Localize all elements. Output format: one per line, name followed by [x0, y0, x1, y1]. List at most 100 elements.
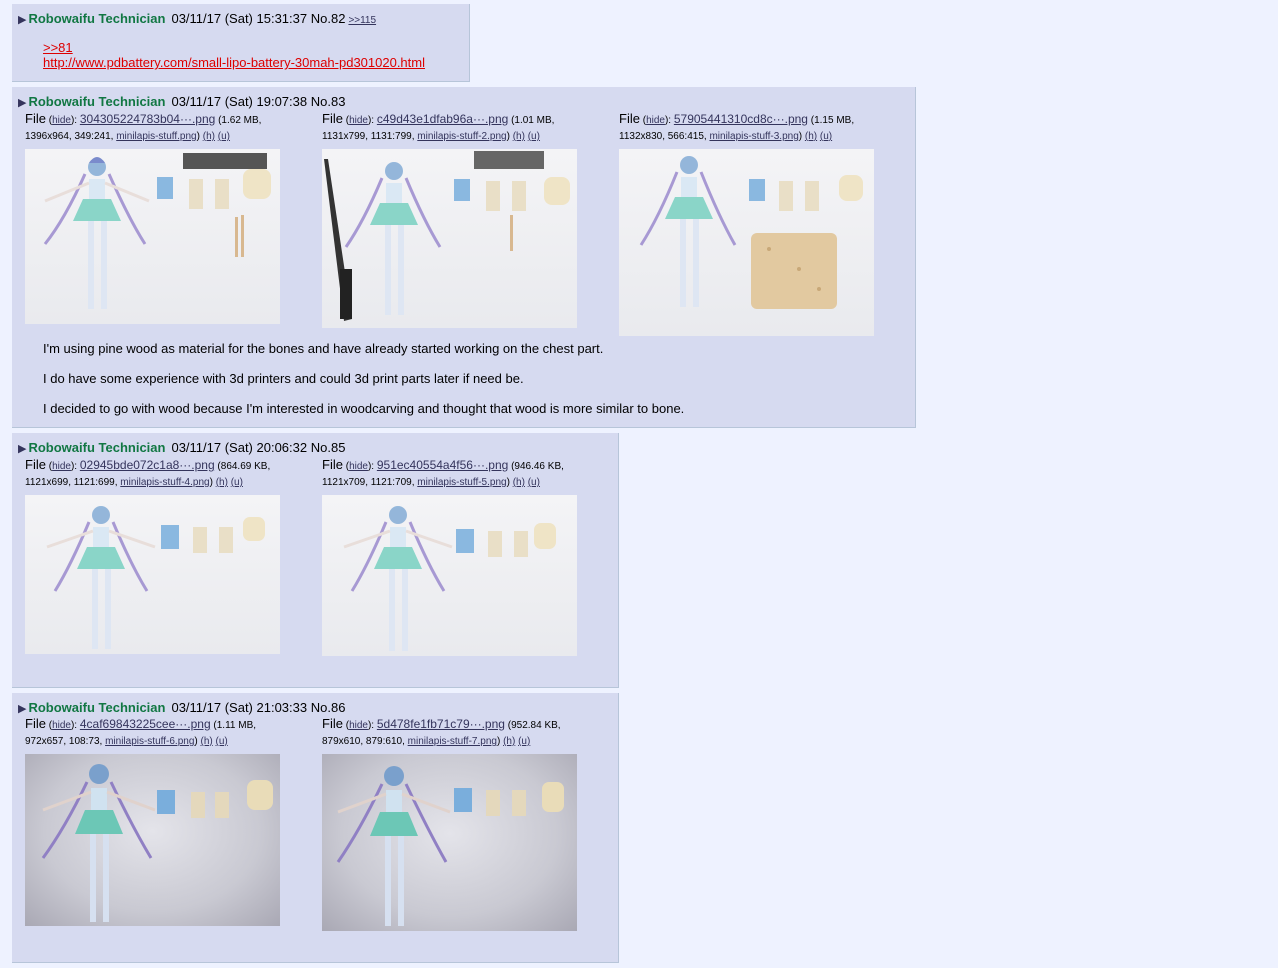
post-header: ▶ Robowaifu Technician 03/11/17 (Sat) 15:3… — [18, 11, 376, 26]
quote-link[interactable]: >>81 — [43, 40, 425, 55]
post-body: >>81 http://www.pdbattery.com/small-lipo… — [43, 40, 425, 70]
hide-link[interactable]: hide — [52, 461, 71, 472]
triangle-right-icon[interactable]: ▶ — [18, 14, 26, 26]
file-link[interactable]: 5d478fe1fb71c79···.png — [377, 717, 505, 731]
file-link[interactable]: 02945bde072c1a8···.png — [80, 458, 215, 472]
post-datetime: 03/11/17 (Sat) 20:06:32 — [171, 440, 308, 455]
h-link[interactable]: (h) — [503, 736, 515, 747]
u-link[interactable]: (u) — [820, 131, 832, 142]
file-label: File — [25, 716, 46, 731]
post-header: ▶ Robowaifu Technician 03/11/17 (Sat) 21:0… — [18, 700, 345, 715]
post-header: ▶ Robowaifu Technician 03/11/17 (Sat) 20:0… — [18, 440, 345, 455]
file-label: File — [322, 457, 343, 472]
u-link[interactable]: (u) — [231, 477, 243, 488]
figure-scene — [336, 766, 564, 926]
hide-link[interactable]: hide — [646, 115, 665, 126]
url-link[interactable]: http://www.pdbattery.com/small-lipo-batt… — [43, 55, 425, 70]
file-info: File (hide): 02945bde072c1a8···.png (864… — [25, 457, 271, 488]
backlink[interactable]: >>115 — [348, 15, 376, 26]
post-number[interactable]: No.86 — [311, 700, 346, 715]
thumbnail-image[interactable] — [322, 754, 577, 931]
thumbnail-image[interactable] — [25, 754, 280, 926]
hide-link[interactable]: hide — [52, 720, 71, 731]
figure-scene — [324, 151, 570, 321]
thumbnail-image[interactable] — [322, 149, 577, 328]
u-link[interactable]: (u) — [216, 736, 228, 747]
hide-link[interactable]: hide — [349, 720, 368, 731]
post-datetime: 03/11/17 (Sat) 21:03:33 — [171, 700, 308, 715]
original-filename[interactable]: minilapis-stuff-5.png — [417, 477, 506, 488]
h-link[interactable]: (h) — [805, 131, 817, 142]
figure-scene — [41, 764, 273, 922]
post-datetime: 03/11/17 (Sat) 19:07:38 — [171, 94, 308, 109]
triangle-right-icon[interactable]: ▶ — [18, 443, 26, 455]
h-link[interactable]: (h) — [201, 736, 213, 747]
h-link[interactable]: (h) — [216, 477, 228, 488]
file-dimensions: 1121x709, 1121:709, — [322, 477, 415, 488]
file-link[interactable]: c49d43e1dfab96a···.png — [377, 112, 508, 126]
file-link[interactable]: 951ec40554a4f56···.png — [377, 458, 508, 472]
original-filename[interactable]: minilapis-stuff-3.png — [709, 131, 798, 142]
file-label: File — [25, 457, 46, 472]
file-size: (946.46 KB, — [511, 461, 564, 472]
post-86: ▶ Robowaifu Technician 03/11/17 (Sat) 21:0… — [12, 693, 619, 963]
file-dimensions: 1121x699, 1121:699, — [25, 477, 118, 488]
thumbnail-image[interactable] — [25, 495, 280, 654]
file-link[interactable]: 304305224783b04···.png — [80, 112, 215, 126]
triangle-right-icon[interactable]: ▶ — [18, 97, 26, 109]
original-filename[interactable]: minilapis-stuff-2.png — [417, 131, 506, 142]
file-dimensions: 1396x964, 349:241, — [25, 131, 114, 142]
u-link[interactable]: (u) — [218, 131, 230, 142]
post-83: ▶ Robowaifu Technician 03/11/17 (Sat) 19:0… — [12, 87, 916, 428]
post-number[interactable]: No.82 — [311, 11, 346, 26]
file-info: File (hide): c49d43e1dfab96a···.png (1.0… — [322, 111, 555, 142]
file-dimensions: 972x657, 108:73, — [25, 736, 103, 747]
poster-name: Robowaifu Technician — [28, 440, 166, 455]
file-dimensions: 879x610, 879:610, — [322, 736, 405, 747]
file-size: (864.69 KB, — [217, 461, 271, 472]
file-label: File — [322, 111, 343, 126]
post-number[interactable]: No.85 — [311, 440, 346, 455]
original-filename[interactable]: minilapis-stuff-4.png — [120, 477, 209, 488]
poster-name: Robowaifu Technician — [28, 94, 166, 109]
file-info: File (hide): 4caf69843225cee···.png (1.1… — [25, 716, 257, 747]
u-link[interactable]: (u) — [528, 131, 540, 142]
figure-scene — [46, 506, 265, 649]
h-link[interactable]: (h) — [513, 131, 525, 142]
hide-link[interactable]: hide — [52, 115, 71, 126]
file-info: File (hide): 57905441310cd8c···.png (1.1… — [619, 111, 855, 142]
poster-name: Robowaifu Technician — [28, 700, 166, 715]
thumbnail-image[interactable] — [619, 149, 874, 336]
u-link[interactable]: (u) — [528, 477, 540, 488]
file-dimensions: 1131x799, 1131:799, — [322, 131, 415, 142]
original-filename[interactable]: minilapis-stuff-7.png — [408, 736, 497, 747]
file-size: (952.84 KB, — [507, 720, 561, 731]
h-link[interactable]: (h) — [513, 477, 525, 488]
post-paragraph: I do have some experience with 3d printe… — [43, 371, 524, 386]
original-filename[interactable]: minilapis-stuff-6.png — [105, 736, 194, 747]
post-number[interactable]: No.83 — [311, 94, 346, 109]
file-link[interactable]: 4caf69843225cee···.png — [80, 717, 211, 731]
file-size: (1.11 MB, — [213, 720, 257, 731]
figure-scene — [43, 153, 271, 309]
post-82: ▶ Robowaifu Technician 03/11/17 (Sat) 15:3… — [12, 4, 470, 82]
post-datetime: 03/11/17 (Sat) 15:31:37 — [171, 11, 308, 26]
file-label: File — [25, 111, 46, 126]
post-paragraph: I'm using pine wood as material for the … — [43, 341, 604, 356]
post-paragraph: I decided to go with wood because I'm in… — [43, 401, 685, 416]
original-filename[interactable]: minilapis-stuff.png — [116, 131, 196, 142]
file-dimensions: 1132x830, 566:415, — [619, 131, 707, 142]
h-link[interactable]: (h) — [203, 131, 215, 142]
u-link[interactable]: (u) — [518, 736, 530, 747]
file-info: File (hide): 951ec40554a4f56···.png (946… — [322, 457, 564, 488]
thumbnail-image[interactable] — [322, 495, 577, 656]
file-link[interactable]: 57905441310cd8c···.png — [674, 112, 808, 126]
thumbnail-image[interactable] — [25, 149, 280, 324]
hide-link[interactable]: hide — [349, 461, 368, 472]
post-header: ▶ Robowaifu Technician 03/11/17 (Sat) 19:0… — [18, 94, 345, 109]
triangle-right-icon[interactable]: ▶ — [18, 703, 26, 715]
file-size: (1.62 MB, — [218, 115, 262, 126]
file-info: File (hide): 304305224783b04···.png (1.6… — [25, 111, 262, 142]
hide-link[interactable]: hide — [349, 115, 368, 126]
poster-name: Robowaifu Technician — [28, 11, 166, 26]
